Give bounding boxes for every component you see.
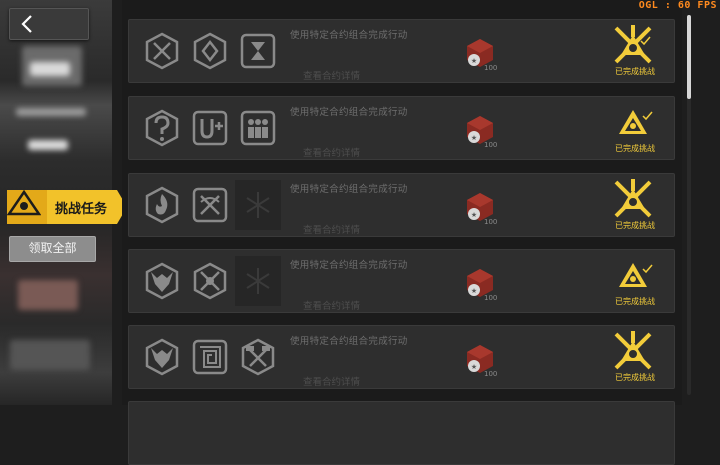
svg-text:★: ★ [471,211,477,219]
empty-slot [235,256,281,306]
challenge-status: 已完成挑战 [615,297,655,306]
empty-slot-icon [246,268,270,294]
contract-card[interactable] [128,401,675,465]
challenge-complete-badge-icon [619,263,653,287]
crowd-icon [240,110,276,146]
svg-text:★: ★ [471,363,477,371]
cube-icon [193,32,227,70]
contract-detail-link[interactable]: 查看合约详情 [303,222,360,236]
contract-card[interactable]: 使用特定合约组合完成行动 查看合约详情 ★ 100 已完成挑战 [128,325,675,389]
reward-count: 100 [484,370,498,378]
reward-count: 100 [484,294,498,302]
blurred-background [30,62,70,76]
crossed-hammers-icon [241,338,275,376]
magnet-plus-icon [192,110,228,146]
svg-text:★: ★ [471,57,477,65]
contract-card[interactable]: 使用特定合约组合完成行动 查看合约详情 ★ 100 已完成挑战 [128,96,675,160]
contract-card[interactable]: 使用特定合约组合完成行动 查看合约详情 ★ 100 已完成挑战 [128,19,675,83]
challenge-status: 已完成挑战 [615,144,655,153]
empty-slot-icon [246,192,270,218]
contract-detail-link[interactable]: 查看合约详情 [303,374,360,388]
question-mark-icon [145,109,179,147]
contract-title: 使用特定合约组合完成行动 [290,336,408,347]
tab-label: 挑战任务 [55,202,108,217]
contract-card[interactable]: 使用特定合约组合完成行动 查看合约详情 ★ 100 已完成挑战 [128,173,675,237]
contract-list[interactable]: 使用特定合约组合完成行动 查看合约详情 ★ 100 已完成挑战 使用特定合约组合… [122,0,682,465]
contract-detail-link[interactable]: 查看合约详情 [303,145,360,159]
blurred-background [18,280,78,310]
flame-shield-icon [145,186,179,224]
challenge-complete-badge-icon [619,110,653,134]
contract-detail-link[interactable]: 查看合约详情 [303,298,360,312]
beast-skull-icon [145,338,179,376]
blurred-background [28,140,68,150]
challenge-complete-badge-icon [614,25,652,64]
contract-card[interactable]: 使用特定合约组合完成行动 查看合约详情 ★ 100 已完成挑战 [128,249,675,313]
contract-title: 使用特定合约组合完成行动 [290,107,408,118]
back-button[interactable] [9,8,89,40]
challenge-complete-badge-icon [614,179,652,218]
fps-overlay: OGL : 60 FPS [638,0,717,11]
crossed-bows-icon [192,187,228,223]
tab-challenge-tasks[interactable]: 挑战任务 [7,190,127,224]
contract-title: 使用特定合约组合完成行动 [290,184,408,195]
reward-count: 100 [484,141,498,149]
crossed-swords-icon [145,32,179,70]
challenge-status: 已完成挑战 [615,67,655,76]
maze-icon [192,339,228,375]
challenge-complete-badge-icon [614,331,652,370]
blurred-background [10,340,90,370]
hourglass-icon [240,33,276,69]
contract-title: 使用特定合约组合完成行动 [290,30,408,41]
empty-slot [235,180,281,230]
contract-detail-link[interactable]: 查看合约详情 [303,68,360,82]
reward-count: 100 [484,218,498,226]
blurred-background [16,108,86,116]
beast-skull-icon [145,262,179,300]
challenge-status: 已完成挑战 [615,373,655,382]
warning-triangle-icon [7,190,41,216]
svg-text:★: ★ [471,287,477,295]
claim-all-button[interactable]: 领取全部 [9,236,96,262]
svg-text:★: ★ [471,134,477,142]
scrollbar-thumb[interactable] [687,15,691,99]
challenge-status: 已完成挑战 [615,221,655,230]
reward-count: 100 [484,64,498,72]
crossed-blades-icon [193,262,227,300]
contract-title: 使用特定合约组合完成行动 [290,260,408,271]
chevron-left-icon [21,15,32,33]
